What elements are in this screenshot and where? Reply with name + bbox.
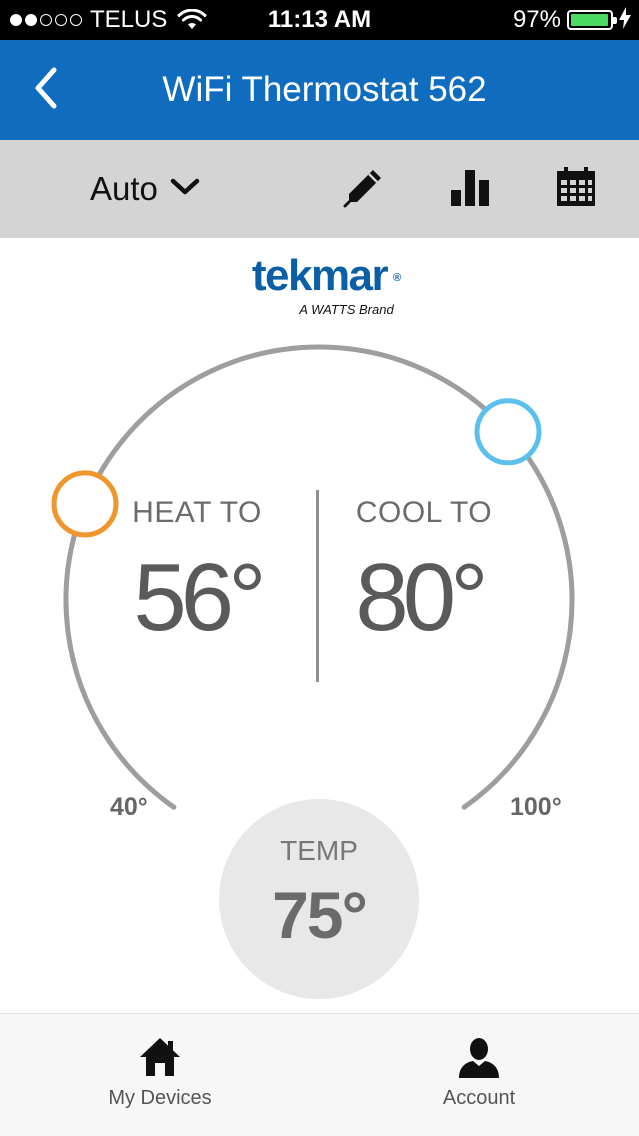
tab-account[interactable]: Account — [379, 1014, 579, 1136]
tab-label: My Devices — [108, 1087, 212, 1109]
heat-to-label: HEAT TO — [132, 496, 262, 529]
dial-max-label: 100° — [510, 793, 562, 821]
tab-my-devices[interactable]: My Devices — [60, 1014, 260, 1136]
tab-bar: My Devices Account — [0, 1013, 639, 1136]
thermostat-dial: HEAT TO 56° COOL TO 80° 40° 100° TEMP 75… — [0, 0, 639, 1136]
cool-to-label: COOL TO — [355, 496, 493, 529]
current-temp-value: 75° — [272, 878, 368, 952]
user-icon — [379, 1036, 579, 1080]
current-temp-label: TEMP — [280, 835, 358, 866]
tab-label: Account — [442, 1087, 516, 1109]
cool-setpoint-handle[interactable] — [474, 398, 542, 466]
cool-setpoint-value[interactable]: 80° — [299, 548, 539, 648]
heat-setpoint-value[interactable]: 56° — [77, 548, 317, 648]
current-temperature: TEMP 75° — [219, 799, 419, 999]
home-icon — [60, 1036, 260, 1080]
dial-min-label: 40° — [110, 793, 148, 821]
